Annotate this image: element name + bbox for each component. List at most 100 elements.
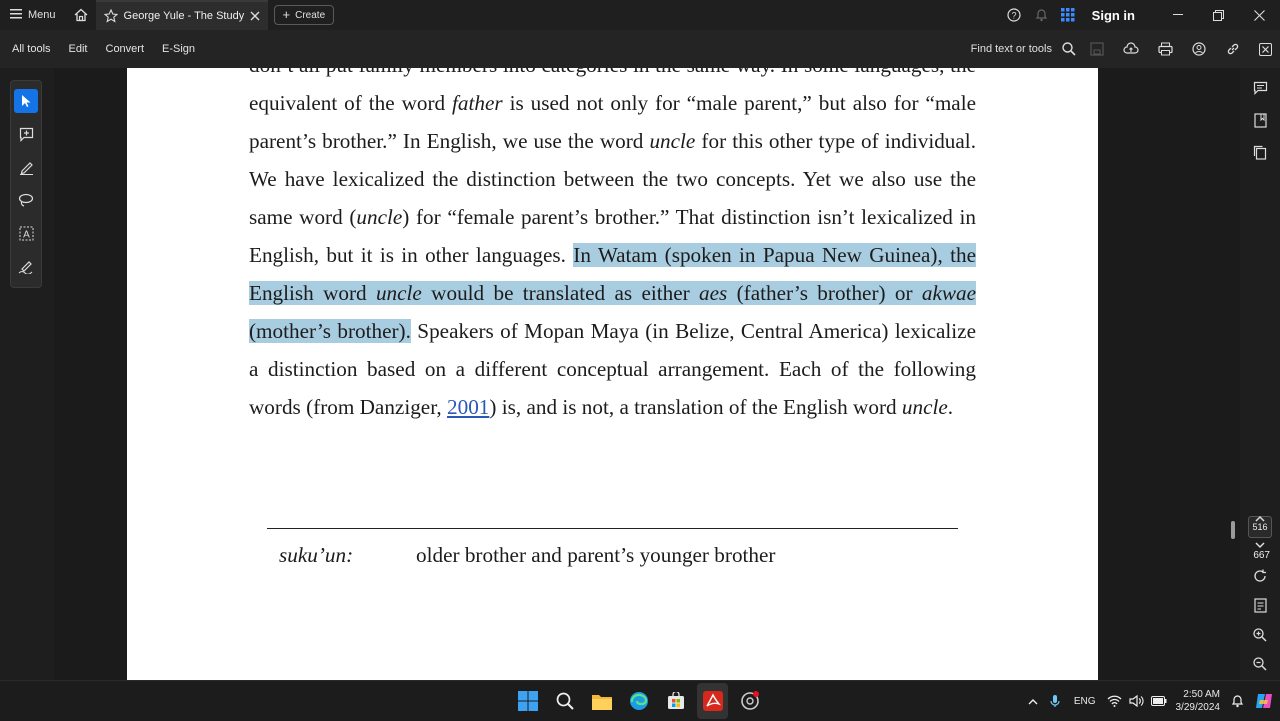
copilot-icon[interactable] xyxy=(1248,681,1280,721)
star-icon[interactable] xyxy=(103,9,118,23)
citation-link[interactable]: 2001 xyxy=(447,395,489,419)
chevron-up-icon xyxy=(1028,698,1038,704)
add-comment-tool[interactable] xyxy=(14,122,38,146)
acrobat-icon xyxy=(702,691,723,711)
italic-word: father xyxy=(452,91,503,115)
minimize-icon xyxy=(1172,14,1183,15)
search-icon xyxy=(556,692,574,710)
esign-button[interactable]: E-Sign xyxy=(162,43,195,55)
pages-panel-button[interactable] xyxy=(1240,136,1280,168)
main-toolbar: All tools Edit Convert E-Sign Find text … xyxy=(0,30,1280,68)
restore-icon xyxy=(1213,9,1224,21)
show-hidden-icons-button[interactable] xyxy=(1022,681,1044,721)
find-text-button[interactable]: Find text or tools xyxy=(971,43,1052,55)
close-document-icon[interactable] xyxy=(1250,30,1280,68)
wifi-icon[interactable] xyxy=(1104,681,1126,721)
apps-grid-icon[interactable] xyxy=(1055,0,1082,30)
cursor-icon xyxy=(22,95,31,107)
italic-word: uncle xyxy=(901,395,948,419)
sign-tool[interactable] xyxy=(14,254,38,278)
text-box-icon: A xyxy=(19,226,33,240)
comments-panel-button[interactable] xyxy=(1240,72,1280,104)
document-tab[interactable]: George Yule - The Study ... xyxy=(95,0,268,30)
add-text-tool[interactable]: A xyxy=(14,221,38,245)
edge-browser-button[interactable] xyxy=(623,683,654,719)
clock-time: 2:50 AM xyxy=(1183,689,1220,700)
page-fit-icon xyxy=(1253,597,1267,613)
file-explorer-button[interactable] xyxy=(586,683,617,719)
system-clock[interactable]: 2:50 AM 3/29/2024 xyxy=(1176,688,1221,714)
horizontal-rule xyxy=(267,528,958,529)
input-language[interactable]: ENG xyxy=(1074,696,1096,707)
document-viewport[interactable]: don’t all put family members into catego… xyxy=(54,68,1240,680)
lasso-icon xyxy=(18,193,34,207)
draw-tool[interactable] xyxy=(14,188,38,212)
volume-icon[interactable] xyxy=(1126,681,1148,721)
close-window-button[interactable] xyxy=(1239,0,1280,30)
link-icon[interactable] xyxy=(1216,30,1250,68)
home-icon xyxy=(74,8,87,22)
pen-icon xyxy=(19,161,33,175)
save-icon[interactable] xyxy=(1080,30,1114,68)
clock-date: 3/29/2024 xyxy=(1175,702,1221,713)
upload-cloud-icon[interactable] xyxy=(1114,30,1148,68)
share-user-icon[interactable] xyxy=(1182,30,1216,68)
convert-button[interactable]: Convert xyxy=(106,43,145,55)
notification-bell-icon[interactable] xyxy=(1028,0,1055,30)
acrobat-taskbar-button[interactable] xyxy=(697,683,728,719)
scrollbar-thumb[interactable] xyxy=(1231,521,1235,539)
home-button[interactable] xyxy=(66,0,96,30)
minimize-button[interactable] xyxy=(1157,0,1198,30)
all-tools-button[interactable]: All tools xyxy=(12,43,51,55)
chrome-icon xyxy=(740,691,759,710)
body-paragraph[interactable]: don’t all put family members into catego… xyxy=(249,68,976,426)
start-button[interactable] xyxy=(512,683,543,719)
page-fit-button[interactable] xyxy=(1240,589,1280,621)
italic-word: uncle xyxy=(356,205,403,229)
highlight-tool[interactable] xyxy=(14,155,38,179)
search-icon[interactable] xyxy=(1058,30,1080,68)
refresh-icon xyxy=(1254,569,1266,582)
close-icon xyxy=(1254,9,1265,21)
text-run: would be translated as either xyxy=(421,281,700,305)
zoom-out-button[interactable] xyxy=(1240,648,1280,680)
bookmarks-panel-button[interactable] xyxy=(1240,104,1280,136)
menu-label: Menu xyxy=(28,9,56,21)
zoom-out-icon xyxy=(1253,657,1267,671)
quick-tools-panel: A xyxy=(10,80,42,288)
next-page-button[interactable] xyxy=(1240,529,1280,561)
taskbar-search-button[interactable] xyxy=(549,683,580,719)
microsoft-store-button[interactable] xyxy=(660,683,691,719)
plus-icon: + xyxy=(282,7,291,22)
hamburger-icon xyxy=(10,8,22,22)
create-label: Create xyxy=(295,9,326,21)
help-icon[interactable]: ? xyxy=(1001,0,1028,30)
comment-icon xyxy=(1253,81,1267,95)
text-run: . xyxy=(947,395,954,419)
gloss-definition: older brother and parent’s younger broth… xyxy=(416,543,776,567)
italic-word: aes xyxy=(699,281,728,305)
battery-icon[interactable] xyxy=(1148,681,1170,721)
menu-button[interactable]: Menu xyxy=(0,0,66,30)
edit-button[interactable]: Edit xyxy=(69,43,88,55)
rotate-button[interactable] xyxy=(1240,560,1280,592)
notification-icon[interactable] xyxy=(1226,681,1248,721)
edge-icon xyxy=(629,692,648,710)
select-cursor-tool[interactable] xyxy=(14,89,38,113)
chevron-down-icon xyxy=(1255,541,1265,548)
create-button[interactable]: + Create xyxy=(273,5,335,25)
chrome-taskbar-button[interactable] xyxy=(734,683,765,719)
print-icon[interactable] xyxy=(1148,30,1182,68)
zoom-in-icon xyxy=(1253,628,1267,642)
svg-text:A: A xyxy=(23,229,30,240)
text-run: ) is, and is not, a translation of the E… xyxy=(489,395,902,419)
pdf-page[interactable]: don’t all put family members into catego… xyxy=(127,68,1098,680)
italic-word: akwae xyxy=(921,281,976,305)
italic-word: uncle xyxy=(375,281,422,305)
close-tab-icon[interactable] xyxy=(250,11,260,21)
zoom-in-button[interactable] xyxy=(1240,619,1280,651)
folder-icon xyxy=(591,694,612,710)
restore-button[interactable] xyxy=(1198,0,1239,30)
sign-in-button[interactable]: Sign in xyxy=(1092,8,1135,23)
microphone-icon[interactable] xyxy=(1044,681,1066,721)
